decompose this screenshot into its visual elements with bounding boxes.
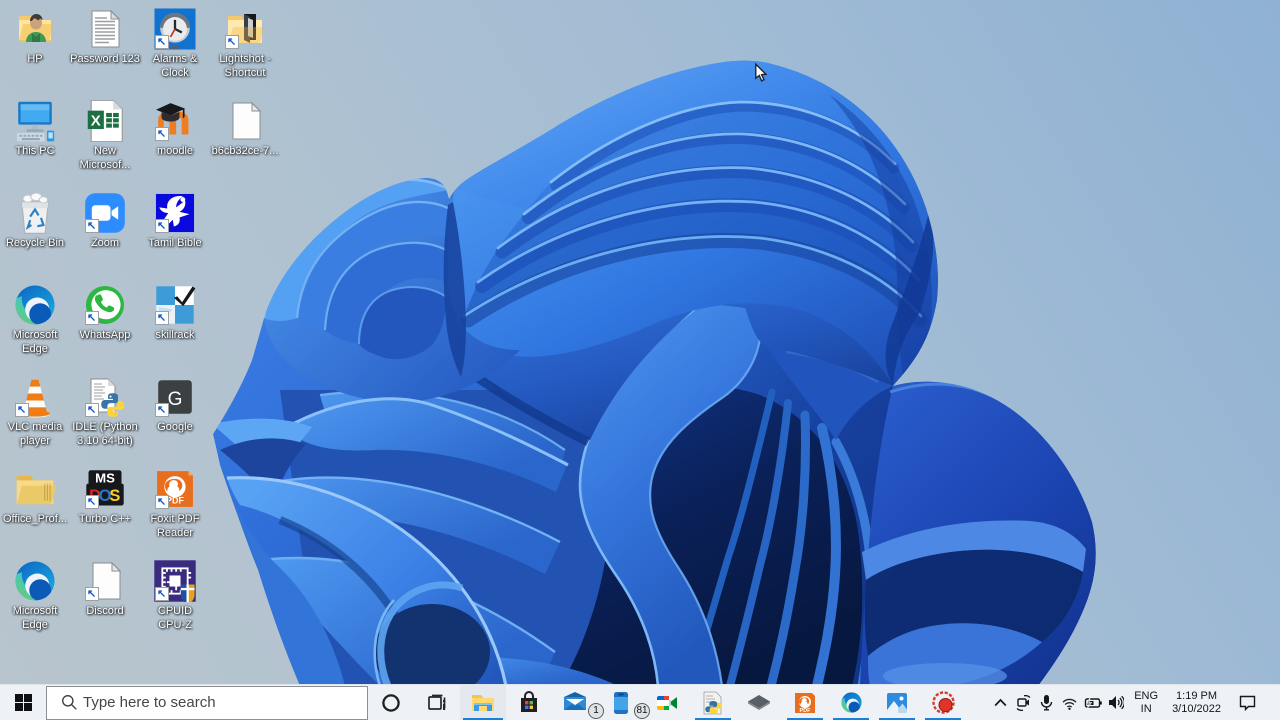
svg-text:MS: MS — [95, 470, 115, 485]
svg-text:G: G — [168, 389, 183, 410]
svg-text:PDF: PDF — [800, 708, 812, 714]
svg-text:S: S — [109, 487, 120, 505]
svg-text:X: X — [91, 113, 101, 130]
